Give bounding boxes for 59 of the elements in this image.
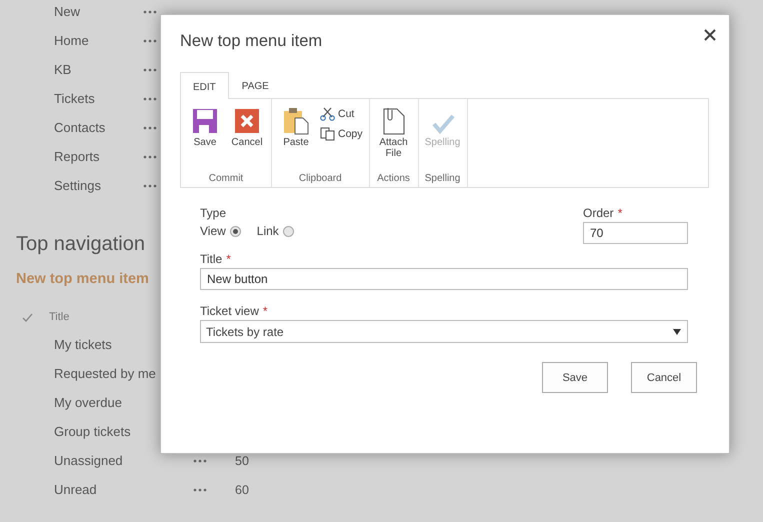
more-icon[interactable] [193,458,207,462]
dialog-title: New top menu item [180,32,324,51]
order-field[interactable]: 70 [583,222,688,244]
table-cell: 60 [235,482,249,496]
attach-button[interactable]: Attach File [376,107,412,173]
column-header[interactable]: Title [49,311,70,323]
copy-button[interactable]: Copy [320,127,363,141]
menu-item[interactable]: Reports [54,149,143,164]
title-field[interactable]: New button [200,268,688,290]
attached-page-icon [380,107,407,135]
more-icon[interactable] [193,488,207,492]
radio-option[interactable]: View [200,224,241,238]
dialog-button[interactable]: Save [542,362,608,393]
table-cell: 50 [235,454,249,468]
field-label: Ticket view [200,304,259,318]
check-icon[interactable] [22,312,33,322]
list-item[interactable]: Unassigned [54,453,193,468]
scissors-icon [320,107,335,121]
more-icon[interactable] [143,126,157,130]
menu-item[interactable]: Settings [54,178,143,193]
copy-icon [320,127,335,141]
menu-item[interactable]: KB [54,62,143,77]
save-button[interactable]: Save [187,107,223,173]
section-heading: Top navigation [16,232,145,256]
group-label: Commit [208,173,244,186]
ticket-view-dropdown[interactable]: Tickets by rate [200,320,688,343]
field-label: Type [200,206,228,220]
group-label: Spelling [424,173,461,186]
menu-item[interactable]: Contacts [54,120,143,135]
group-label: Actions [376,173,411,186]
cancel-button[interactable]: Cancel [229,107,265,173]
x-icon [234,107,260,135]
more-icon[interactable] [143,184,157,188]
menu-item[interactable]: New [54,4,143,19]
required-mark: * [226,252,231,266]
radio-button[interactable] [230,226,241,236]
menu-item[interactable]: Home [54,33,143,48]
close-icon[interactable] [704,29,716,41]
cut-button[interactable]: Cut [320,107,363,121]
ribbon-tab[interactable]: EDIT [180,72,229,99]
more-icon[interactable] [143,10,157,14]
field-label: Order [583,206,614,220]
dialog-button[interactable]: Cancel [631,362,697,393]
more-icon[interactable] [143,154,157,158]
group-label: Clipboard [298,173,343,186]
dropdown-arrow-icon[interactable] [673,328,681,334]
more-icon[interactable] [143,68,157,72]
clipboard-icon [283,107,309,135]
menu-item[interactable]: Tickets [54,91,143,106]
more-icon[interactable] [143,38,157,42]
list-item[interactable]: Unread [54,482,193,497]
ribbon-tab[interactable]: PAGE [228,71,282,98]
paste-button[interactable]: Paste [278,107,314,173]
required-mark: * [262,304,268,318]
radio-button[interactable] [282,226,294,236]
radio-option[interactable]: Link [256,224,294,238]
more-icon[interactable] [143,96,157,100]
required-mark: * [618,206,622,220]
field-label: Title [200,252,222,266]
